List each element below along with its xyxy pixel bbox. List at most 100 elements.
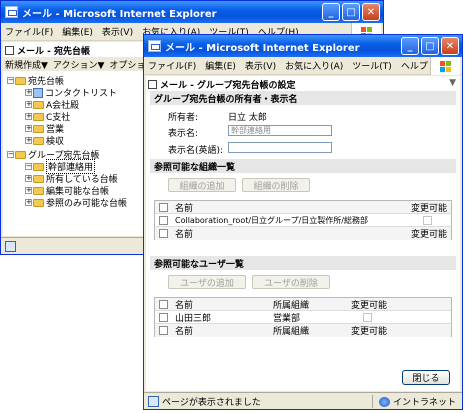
- remove-org-button[interactable]: 組織の削除: [242, 178, 310, 192]
- col-editable: 変更可能: [411, 230, 448, 240]
- col-editable: 変更可能: [351, 327, 388, 337]
- add-user-button[interactable]: ユーザの追加: [168, 275, 246, 289]
- close-window-button[interactable]: ✕: [362, 3, 380, 21]
- expand-icon[interactable]: +: [25, 137, 32, 144]
- display-name-en-label: 表示名(英語):: [168, 146, 224, 156]
- table-row[interactable]: 山田三郎 営業部: [155, 311, 451, 324]
- col-name: 名前: [175, 203, 194, 214]
- panel-icon: [5, 46, 14, 55]
- menu-tools[interactable]: ツール(T): [352, 59, 392, 72]
- windows-logo-icon: [430, 57, 460, 75]
- maximize-button[interactable]: □: [342, 3, 360, 21]
- col-editable: 変更可能: [411, 203, 448, 214]
- collapse-icon[interactable]: −: [7, 151, 14, 158]
- zone-area: イントラネット: [371, 395, 456, 408]
- close-window-button[interactable]: ✕: [441, 37, 459, 55]
- menu-edit[interactable]: 編集(E): [205, 59, 236, 72]
- collapse-icon[interactable]: −: [7, 77, 14, 84]
- org-table-footer: 名前 変更可能: [155, 227, 451, 240]
- tree-item[interactable]: + 編集可能な台帳: [25, 185, 109, 197]
- remove-user-button[interactable]: ユーザの削除: [252, 275, 330, 289]
- minimize-button[interactable]: _: [401, 37, 419, 55]
- org-section-heading: 参照可能な組織一覧: [150, 159, 456, 173]
- user-table: 名前 所属組織 変更可能 山田三郎 営業部 名前 所属組織 変更可能: [154, 297, 452, 337]
- display-name-label: 表示名:: [168, 129, 199, 139]
- folder-icon: [33, 198, 44, 207]
- org-table-header: 名前 変更可能: [155, 201, 451, 214]
- panel-icon: [148, 80, 157, 89]
- select-all-checkbox[interactable]: [159, 326, 168, 335]
- menu-view[interactable]: 表示(V): [102, 25, 133, 38]
- expand-icon[interactable]: +: [25, 125, 32, 132]
- user-table-footer: 名前 所属組織 変更可能: [155, 324, 451, 337]
- front-browser-window: メール - Microsoft Internet Explorer _ □ ✕ …: [143, 34, 463, 410]
- col-editable: 変更可能: [351, 300, 388, 311]
- select-all-checkbox[interactable]: [159, 299, 168, 309]
- table-row[interactable]: Collaboration_root/日立グループ/日立製作所/総務部: [155, 214, 451, 227]
- folder-icon: [33, 124, 44, 133]
- options-menu[interactable]: オプショ: [109, 58, 145, 71]
- tree-item[interactable]: + 所有している台帳: [25, 173, 118, 185]
- minimize-button[interactable]: _: [322, 3, 340, 21]
- expand-icon[interactable]: +: [25, 101, 32, 108]
- menu-file[interactable]: ファイル(F): [5, 25, 53, 38]
- front-menu-bar: ファイル(F) 編集(E) 表示(V) お気に入り(A) ツール(T) ヘルプ …: [144, 57, 462, 75]
- tree-item[interactable]: + A会社殿: [25, 99, 79, 111]
- user-org-cell: 営業部: [273, 313, 301, 324]
- tree-root[interactable]: − 宛先台帳: [7, 75, 64, 87]
- front-panel-title: メール - グループ宛先台帳の設定 ▼: [148, 78, 458, 91]
- menu-help[interactable]: ヘルプ: [401, 59, 428, 72]
- display-name-en-input[interactable]: [228, 142, 332, 153]
- folder-icon: [33, 186, 44, 195]
- row-checkbox[interactable]: [159, 312, 168, 322]
- back-panel-title: メール - 宛先台帳: [5, 44, 90, 57]
- menu-edit[interactable]: 編集(E): [62, 25, 93, 38]
- org-table: 名前 変更可能 Collaboration_root/日立グループ/日立製作所/…: [154, 200, 452, 240]
- col-org: 所属組織: [273, 327, 310, 337]
- collapse-icon[interactable]: −: [25, 163, 32, 170]
- page-icon: [5, 240, 16, 252]
- select-all-checkbox[interactable]: [159, 229, 168, 238]
- new-create-menu[interactable]: 新規作成▼: [5, 58, 48, 71]
- user-name-cell: 山田三郎: [175, 313, 212, 324]
- folder-icon: [33, 162, 44, 171]
- add-org-button[interactable]: 組織の追加: [168, 178, 236, 192]
- owner-label: 所有者:: [168, 113, 199, 123]
- ie-window-icon: [148, 40, 161, 52]
- expand-icon[interactable]: +: [25, 89, 32, 96]
- maximize-button[interactable]: □: [421, 37, 439, 55]
- action-menu[interactable]: アクション▼: [53, 58, 104, 71]
- intranet-icon: [378, 396, 390, 407]
- ie-window-icon: [5, 6, 18, 18]
- expand-icon[interactable]: +: [25, 175, 32, 182]
- status-text: ページが表示されました: [162, 397, 261, 408]
- expand-icon[interactable]: +: [25, 187, 32, 194]
- tree-item[interactable]: + 参照のみ可能な台帳: [25, 197, 127, 209]
- expand-icon[interactable]: +: [25, 199, 32, 206]
- menu-favorites[interactable]: お気に入り(A): [285, 59, 343, 72]
- user-table-header: 名前 所属組織 変更可能: [155, 298, 451, 311]
- col-name: 名前: [175, 327, 194, 337]
- tree-item[interactable]: + C支社: [25, 111, 70, 123]
- editable-checkbox[interactable]: [363, 312, 372, 322]
- owner-value: 日立 太郎: [228, 113, 267, 123]
- expand-icon[interactable]: +: [25, 113, 32, 120]
- front-content: メール - グループ宛先台帳の設定 ▼ グループ宛先台帳の所有者・表示名 所有者…: [146, 76, 460, 391]
- folder-open-icon: [15, 76, 26, 85]
- back-window-title: メール - Microsoft Internet Explorer: [22, 8, 217, 20]
- row-checkbox[interactable]: [159, 215, 168, 225]
- col-name: 名前: [175, 300, 194, 311]
- panel-collapse-icon[interactable]: ▼: [449, 78, 456, 88]
- menu-view[interactable]: 表示(V): [245, 59, 276, 72]
- close-dialog-button[interactable]: 閉じる: [402, 370, 450, 385]
- tree-item[interactable]: + 検収: [25, 135, 64, 147]
- tree-item-selected[interactable]: − 幹部連絡用: [25, 159, 96, 174]
- tree-item[interactable]: + コンタクトリスト: [25, 87, 117, 99]
- col-name: 名前: [175, 230, 194, 240]
- editable-checkbox[interactable]: [423, 215, 432, 225]
- menu-file[interactable]: ファイル(F): [148, 59, 196, 72]
- owner-section-heading: グループ宛先台帳の所有者・表示名: [150, 91, 456, 105]
- display-name-input[interactable]: 幹部連絡用: [228, 125, 332, 136]
- select-all-checkbox[interactable]: [159, 202, 168, 212]
- tree-item[interactable]: + 営業: [25, 123, 64, 135]
